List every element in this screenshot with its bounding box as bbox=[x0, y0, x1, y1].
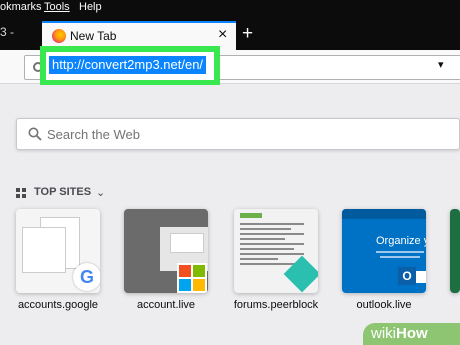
address-bar-value[interactable]: http://convert2mp3.net/en/ bbox=[49, 56, 207, 74]
microsoft-icon bbox=[177, 263, 207, 293]
top-site-tile-forums-peerblock[interactable] bbox=[234, 209, 318, 293]
outlook-header-preview bbox=[342, 209, 426, 219]
signin-form-preview bbox=[170, 233, 204, 253]
search-placeholder: Search the Web bbox=[47, 127, 140, 142]
outlook-icon: O bbox=[398, 267, 416, 285]
watermark-how: How bbox=[396, 325, 428, 342]
close-icon[interactable]: × bbox=[218, 26, 227, 44]
tab-title: New Tab bbox=[70, 29, 117, 43]
chevron-down-icon[interactable]: ⌄ bbox=[96, 186, 105, 199]
top-site-tile-partial[interactable] bbox=[450, 209, 460, 293]
top-site-tile-accounts-google[interactable]: G bbox=[16, 209, 100, 293]
menu-bar: okmarks Tools Help bbox=[0, 0, 460, 16]
outlook-preview-text bbox=[380, 256, 420, 258]
menu-item-tools[interactable]: Tools bbox=[44, 1, 70, 13]
wikihow-watermark: wikiHow bbox=[363, 323, 460, 345]
top-sites-label: TOP SITES bbox=[34, 186, 92, 198]
web-search-input[interactable]: Search the Web bbox=[16, 118, 460, 150]
top-site-label-accounts-google[interactable]: accounts.google bbox=[16, 299, 100, 311]
top-site-tile-outlook-live[interactable]: Organize you O bbox=[342, 209, 426, 293]
outlook-preview-text bbox=[376, 251, 424, 253]
top-site-label-outlook-live[interactable]: outlook.live bbox=[342, 299, 426, 311]
new-tab-button[interactable]: + bbox=[242, 24, 253, 43]
outlook-preview-heading: Organize you bbox=[376, 235, 426, 247]
watermark-wiki: wiki bbox=[371, 325, 396, 342]
forum-header-preview bbox=[240, 213, 262, 218]
search-icon bbox=[28, 127, 42, 141]
tab-strip: 3 - New Tab × + bbox=[0, 16, 460, 50]
top-site-tile-account-live[interactable] bbox=[124, 209, 208, 293]
google-icon: G bbox=[73, 263, 100, 291]
menu-item-help[interactable]: Help bbox=[79, 1, 102, 13]
url-dropdown-icon[interactable]: ▾ bbox=[438, 58, 444, 71]
top-site-label-account-live[interactable]: account.live bbox=[124, 299, 208, 311]
firefox-icon bbox=[52, 29, 66, 43]
top-site-label-forums-peerblock[interactable]: forums.peerblock bbox=[232, 299, 320, 311]
signin-preview-back bbox=[22, 227, 66, 273]
menu-item-bookmarks[interactable]: okmarks bbox=[0, 1, 42, 13]
previous-tab-label[interactable]: 3 - bbox=[0, 25, 14, 39]
grid-icon bbox=[16, 188, 27, 199]
